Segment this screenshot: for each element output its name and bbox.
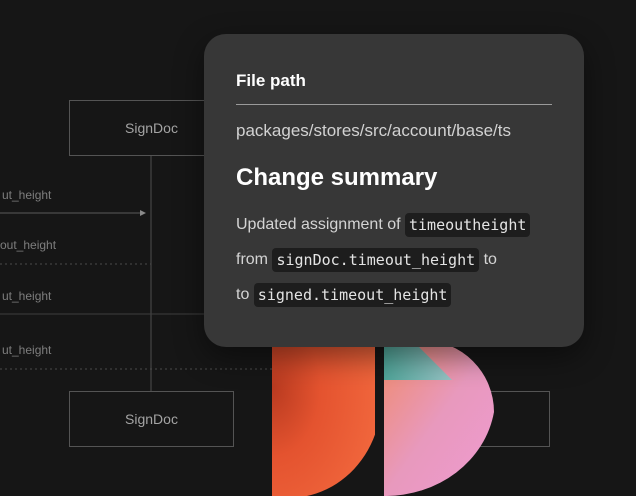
summary-line-1-text: Updated assignment of bbox=[236, 216, 401, 233]
summary-line-3-prefix: to bbox=[236, 286, 250, 303]
file-path-label: File path bbox=[236, 71, 306, 90]
change-summary-heading: Change summary bbox=[236, 164, 438, 191]
edge-label-2: out_height bbox=[0, 238, 57, 252]
code-timeoutheight: timeoutheight bbox=[405, 212, 531, 237]
summary-line-2-suffix: to bbox=[483, 251, 497, 268]
summary-line-2: from signDoc.timeout_height to bbox=[236, 247, 552, 273]
edge-label-3: ut_height bbox=[2, 289, 52, 303]
graphic-shape-dark-gap bbox=[375, 340, 383, 496]
diagram-node-signdoc-bottom[interactable]: SignDoc bbox=[69, 391, 234, 447]
edge-arrowhead bbox=[140, 210, 146, 216]
divider bbox=[236, 104, 552, 105]
graphic-shape-orange bbox=[272, 340, 382, 496]
edge-label-4: ut_height bbox=[2, 343, 52, 357]
summary-line-2-prefix: from bbox=[236, 251, 268, 268]
file-path-value: packages/stores/src/account/base/ts bbox=[236, 121, 511, 140]
edge-label-1: ut_height bbox=[2, 188, 52, 202]
code-signdoc-timeout-height: signDoc.timeout_height bbox=[272, 247, 480, 272]
summary-line-3: to signed.timeout_height bbox=[236, 282, 552, 308]
summary-line-1: Updated assignment of timeoutheight bbox=[236, 212, 552, 238]
change-summary-popover: File path packages/stores/src/account/ba… bbox=[204, 34, 584, 347]
code-signed-timeout-height: signed.timeout_height bbox=[253, 282, 452, 307]
